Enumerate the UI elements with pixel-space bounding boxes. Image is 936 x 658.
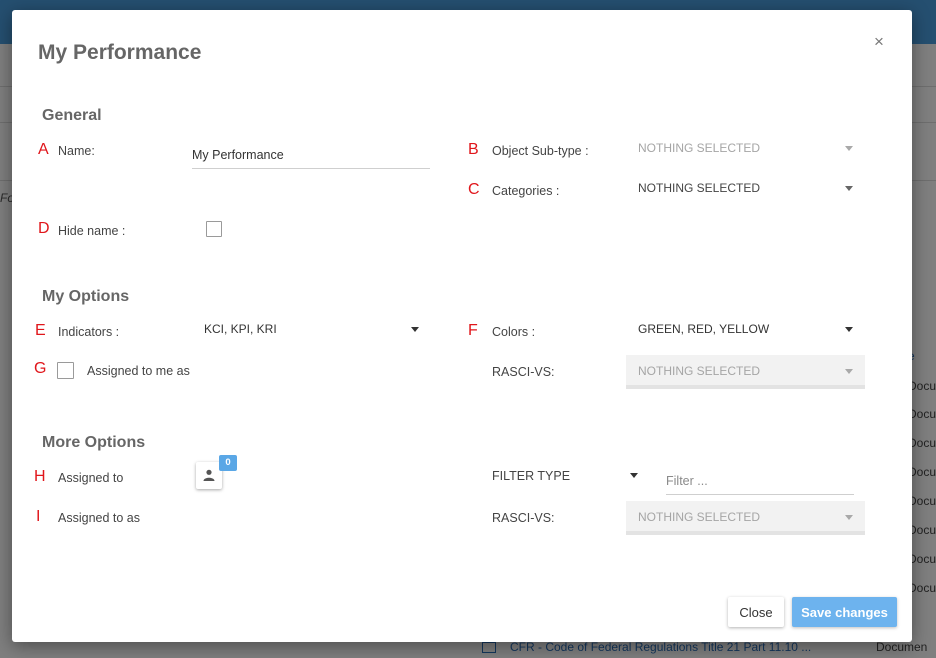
caret-down-icon bbox=[845, 186, 853, 191]
assigned-count-badge: 0 bbox=[219, 455, 237, 471]
hide-name-label: Hide name : bbox=[58, 224, 126, 238]
colors-value: GREEN, RED, YELLOW bbox=[638, 322, 770, 336]
indicators-value: KCI, KPI, KRI bbox=[204, 322, 277, 336]
categories-select[interactable]: NOTHING SELECTED bbox=[638, 178, 854, 198]
save-changes-button[interactable]: Save changes bbox=[792, 597, 897, 627]
caret-down-icon bbox=[630, 473, 638, 478]
user-icon bbox=[203, 469, 215, 481]
object-subtype-value: NOTHING SELECTED bbox=[638, 141, 761, 155]
dialog-title: My Performance bbox=[38, 41, 202, 64]
rasci-vs-select-2[interactable]: NOTHING SELECTED bbox=[626, 501, 865, 535]
assigned-to-label: Assigned to bbox=[58, 471, 124, 485]
marker-b: B bbox=[468, 141, 479, 158]
close-button[interactable]: Close bbox=[728, 597, 784, 627]
filter-type-select[interactable] bbox=[626, 465, 642, 485]
colors-label: Colors : bbox=[492, 325, 536, 339]
name-label: Name: bbox=[58, 144, 95, 158]
object-subtype-select[interactable]: NOTHING SELECTED bbox=[638, 138, 854, 158]
caret-down-icon bbox=[845, 146, 853, 151]
indicators-select[interactable]: KCI, KPI, KRI bbox=[204, 319, 420, 339]
filter-type-label: FILTER TYPE bbox=[492, 469, 571, 483]
rasci-vs-select[interactable]: NOTHING SELECTED bbox=[626, 355, 865, 389]
name-input[interactable] bbox=[192, 142, 430, 169]
assigned-to-me-label: Assigned to me as bbox=[87, 364, 190, 378]
caret-down-icon bbox=[845, 515, 853, 520]
assigned-to-as-label: Assigned to as bbox=[58, 511, 140, 525]
close-icon[interactable]: × bbox=[874, 32, 884, 52]
marker-a: A bbox=[38, 141, 49, 158]
section-title-more-options: More Options bbox=[42, 434, 146, 451]
rasci-vs-label: RASCI-VS: bbox=[492, 365, 555, 379]
hide-name-checkbox[interactable] bbox=[206, 221, 222, 237]
section-title-general: General bbox=[42, 107, 102, 124]
caret-down-icon bbox=[845, 327, 853, 332]
marker-h: H bbox=[34, 468, 46, 485]
indicators-label: Indicators : bbox=[58, 325, 120, 339]
object-subtype-label: Object Sub-type : bbox=[492, 144, 589, 158]
colors-select[interactable]: GREEN, RED, YELLOW bbox=[638, 319, 854, 339]
section-title-my-options: My Options bbox=[42, 288, 130, 305]
categories-label: Categories : bbox=[492, 184, 560, 198]
marker-d: D bbox=[38, 220, 50, 237]
marker-e: E bbox=[35, 322, 46, 339]
rasci-vs-value-2: NOTHING SELECTED bbox=[638, 510, 761, 524]
assigned-to-me-checkbox[interactable] bbox=[57, 362, 74, 379]
rasci-vs-label-2: RASCI-VS: bbox=[492, 511, 555, 525]
rasci-vs-value: NOTHING SELECTED bbox=[638, 364, 761, 378]
caret-down-icon bbox=[411, 327, 419, 332]
my-performance-dialog: My Performance × General A Name: B Objec… bbox=[12, 10, 912, 642]
marker-f: F bbox=[468, 322, 478, 339]
marker-i: I bbox=[36, 508, 41, 525]
filter-input[interactable] bbox=[666, 468, 854, 495]
marker-c: C bbox=[468, 181, 480, 198]
caret-down-icon bbox=[845, 369, 853, 374]
marker-g: G bbox=[34, 360, 47, 377]
categories-value: NOTHING SELECTED bbox=[638, 181, 761, 195]
